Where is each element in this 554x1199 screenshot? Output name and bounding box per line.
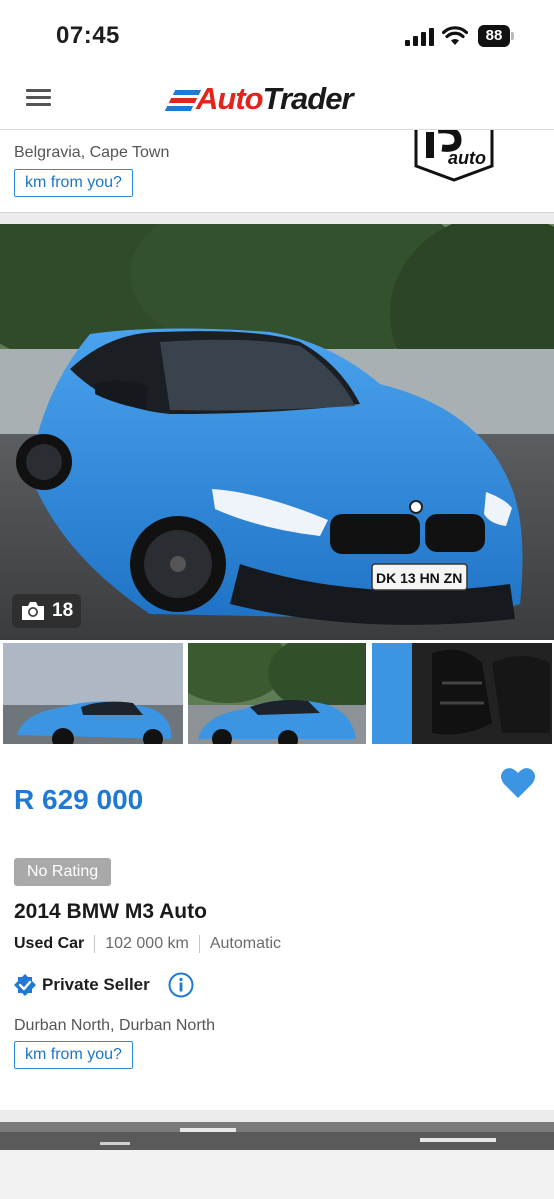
transmission: Automatic <box>209 935 281 952</box>
battery-icon: 88 <box>478 25 514 47</box>
cellular-signal-icon <box>405 28 434 46</box>
photo-count-badge[interactable]: 18 <box>12 594 82 628</box>
hamburger-menu-icon[interactable] <box>26 89 51 109</box>
rating-badge: No Rating <box>14 858 112 886</box>
listing-specs: Used Car 102 000 km Automatic <box>14 935 281 953</box>
previous-listing-card[interactable]: Belgravia, Cape Town km from you? auto <box>0 130 554 213</box>
dealer-logo[interactable]: auto <box>412 130 496 182</box>
status-time: 07:45 <box>56 22 120 49</box>
condition: Used Car <box>14 935 85 952</box>
main-car-photo[interactable]: DK 13 HN ZN 18 <box>0 224 554 640</box>
thumbnail-image <box>188 643 366 744</box>
wifi-icon <box>442 26 468 45</box>
thumbnail-image <box>372 643 552 744</box>
thumbnail-strip <box>0 643 554 744</box>
favourite-heart-icon[interactable] <box>500 766 536 800</box>
next-listing-photo[interactable] <box>0 1122 554 1150</box>
clipped-icons <box>14 130 204 134</box>
thumbnail-image <box>3 643 183 744</box>
seller-info: Private Seller <box>14 972 194 998</box>
car-photo-image: DK 13 HN ZN <box>0 224 554 640</box>
previous-listing-location: Belgravia, Cape Town <box>14 144 170 161</box>
thumbnail-1[interactable] <box>3 643 183 744</box>
info-icon[interactable] <box>168 972 194 998</box>
logo-text: AutoTrader <box>196 81 354 116</box>
svg-text:auto: auto <box>448 148 486 168</box>
plate-text: DK 13 HN ZN <box>376 570 462 586</box>
listing-title[interactable]: 2014 BMW M3 Auto <box>14 900 207 924</box>
verified-badge-icon <box>14 974 36 996</box>
autotrader-logo[interactable]: AutoTrader <box>164 81 396 117</box>
distance-button[interactable]: km from you? <box>14 169 133 197</box>
status-bar: 07:45 88 <box>0 0 554 72</box>
mileage: 102 000 km <box>105 935 189 952</box>
photo-count: 18 <box>52 600 74 621</box>
next-listing-image <box>0 1122 554 1150</box>
listing-price: R 629 000 <box>14 784 144 815</box>
app-header: AutoTrader <box>0 72 554 130</box>
thumbnail-2[interactable] <box>188 643 366 744</box>
bottom-safe-area <box>0 1150 554 1199</box>
divider <box>94 935 96 953</box>
distance-button[interactable]: km from you? <box>14 1041 133 1069</box>
camera-icon <box>22 602 44 620</box>
seller-type: Private Seller <box>42 975 150 994</box>
listing-location: Durban North, Durban North <box>14 1017 215 1034</box>
divider <box>198 935 200 953</box>
logo-stripes-icon <box>164 90 202 112</box>
battery-level: 88 <box>478 25 510 47</box>
listing-card[interactable]: DK 13 HN ZN 18 R 629 000 No Rating 2014 … <box>0 224 554 1110</box>
thumbnail-3[interactable] <box>372 643 552 744</box>
